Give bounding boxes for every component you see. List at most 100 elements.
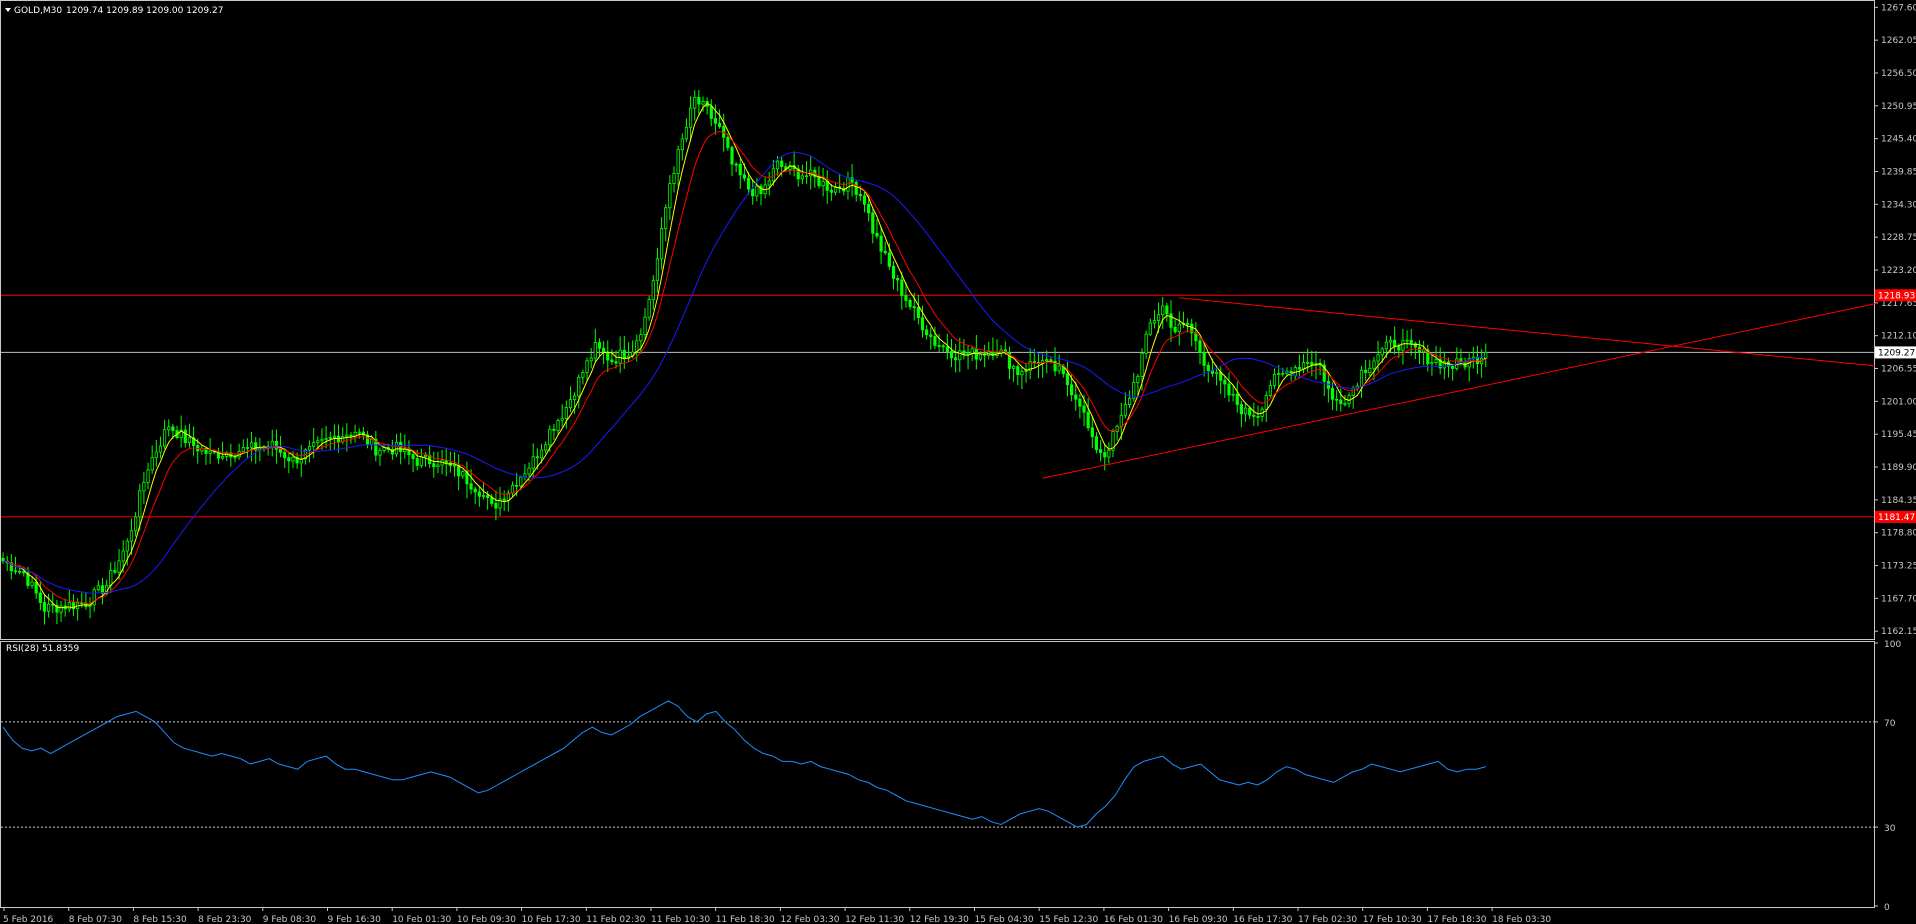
- candle-body: [121, 550, 125, 562]
- candle-body: [129, 530, 134, 542]
- candle-body: [618, 349, 622, 364]
- candle-body: [1243, 407, 1248, 415]
- candle-body: [1086, 411, 1090, 429]
- candle-body: [933, 336, 937, 346]
- candle-body: [1388, 339, 1393, 343]
- candle-body: [1376, 354, 1380, 362]
- candle-body: [879, 235, 883, 252]
- candle-body: [407, 448, 411, 456]
- candle-body: [883, 250, 887, 254]
- candle-body: [22, 570, 26, 574]
- candle-body: [1484, 352, 1488, 359]
- candle-body: [962, 350, 966, 355]
- candle-body: [1277, 373, 1281, 375]
- candle-body: [138, 490, 142, 518]
- candle-body: [1384, 341, 1388, 350]
- ohlc-readout: 1209.74 1209.89 1209.00 1209.27: [66, 6, 223, 16]
- candle-body: [755, 185, 759, 197]
- candle-body: [908, 300, 912, 307]
- candle-body: [1451, 365, 1455, 369]
- candle-body: [651, 280, 655, 300]
- candle-body: [254, 442, 258, 451]
- candle-body: [771, 168, 776, 182]
- candle-body: [527, 467, 531, 475]
- candle-body: [1070, 384, 1074, 396]
- candle-body: [328, 436, 332, 439]
- rsi-axis: 100 70 30 0: [1874, 640, 1901, 913]
- time-tick-label: 12 Feb 19:30: [910, 915, 969, 924]
- candle-body: [1119, 414, 1123, 427]
- candle-body: [1306, 362, 1310, 364]
- candle-body: [486, 495, 490, 499]
- candle-body: [1198, 340, 1202, 353]
- candle-body: [150, 457, 154, 471]
- candle-body: [283, 452, 287, 459]
- candle-body: [1045, 359, 1049, 362]
- candle-body: [1123, 404, 1128, 416]
- candle-body: [510, 484, 515, 494]
- candle-body: [59, 605, 63, 613]
- candle-body: [452, 464, 457, 467]
- candle-body: [378, 450, 382, 456]
- candle-body: [614, 361, 618, 364]
- candle-body: [519, 476, 523, 487]
- chart-canvas[interactable]: 1267.60 1262.05 1256.50 1250.95 1245.40 1239.…: [0, 0, 1916, 924]
- candle-body: [821, 180, 825, 187]
- candle-body: [688, 107, 693, 128]
- candle-body: [13, 570, 18, 573]
- candle-body: [154, 451, 158, 458]
- candle-body: [100, 585, 105, 594]
- triangle-down-icon[interactable]: [5, 8, 11, 12]
- candle-body: [158, 445, 163, 453]
- candle-body: [1103, 452, 1107, 458]
- candle-body: [1140, 352, 1144, 377]
- candle-body: [113, 570, 117, 573]
- candle-body: [117, 560, 121, 573]
- candle-body: [1214, 371, 1219, 374]
- candle-body: [1256, 416, 1260, 418]
- time-tick-label: 11 Feb 10:30: [651, 915, 710, 924]
- chart-frames: [0, 0, 1875, 908]
- candle-body: [1248, 407, 1252, 416]
- candle-body: [949, 351, 954, 359]
- candle-body: [717, 122, 722, 127]
- candle-body: [937, 345, 941, 347]
- candle-body: [1364, 369, 1368, 373]
- candle-body: [1223, 379, 1227, 385]
- candle-body: [1136, 376, 1140, 383]
- candle-body: [825, 180, 829, 191]
- candle-body: [531, 456, 535, 469]
- price-tick-label: 1245.40: [1881, 135, 1916, 145]
- candle-body: [502, 498, 506, 501]
- candle-body: [1016, 366, 1020, 376]
- candle-body: [1335, 398, 1339, 401]
- candle-body: [800, 175, 804, 180]
- trendlines[interactable]: [1042, 297, 1876, 479]
- candle-body: [568, 399, 573, 408]
- time-tick-label: 11 Feb 18:30: [716, 915, 775, 924]
- candle-body: [469, 483, 473, 490]
- candle-body: [697, 96, 701, 105]
- candle-body: [954, 357, 958, 361]
- candle-body: [945, 346, 949, 352]
- candle-body: [494, 502, 498, 509]
- candle-body: [1397, 346, 1401, 351]
- candle-body: [875, 232, 879, 237]
- candle-body: [291, 456, 295, 462]
- candle-body: [701, 101, 705, 105]
- rsi-panel: [1, 700, 1874, 828]
- price-tick-label: 1212.10: [1881, 332, 1916, 342]
- candle-body: [544, 444, 548, 451]
- candle-body: [1351, 387, 1355, 396]
- candle-body: [67, 602, 71, 610]
- horizontal-levels[interactable]: [1, 294, 1874, 518]
- candle-body: [332, 435, 336, 438]
- candle-body: [1405, 339, 1409, 342]
- candle-body: [573, 395, 577, 400]
- candle-body: [871, 212, 875, 234]
- candle-body: [432, 463, 436, 468]
- candle-body: [647, 299, 651, 318]
- candlestick-series: [1, 90, 1488, 625]
- candle-body: [1252, 414, 1256, 417]
- candle-body: [597, 342, 602, 349]
